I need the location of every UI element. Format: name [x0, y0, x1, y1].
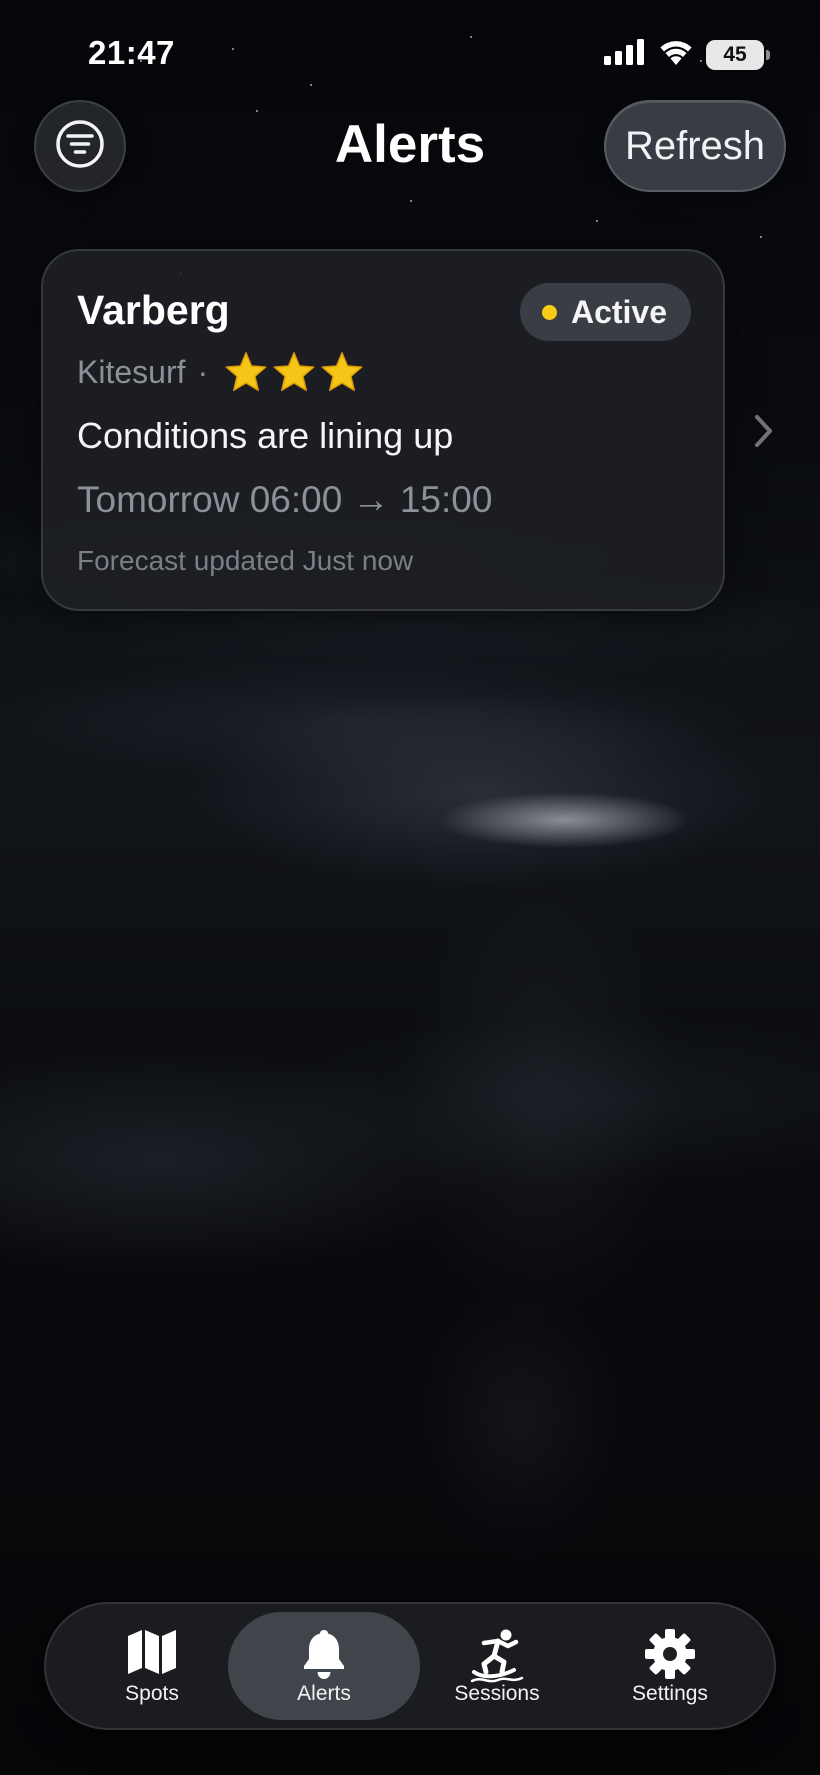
- alert-meta: Kitesurf ·: [77, 351, 364, 393]
- battery-icon: 45: [706, 39, 770, 70]
- status-dot-icon: [541, 304, 557, 320]
- forecast-updated: Forecast updated Just now: [77, 545, 414, 576]
- alert-sport: Kitesurf: [77, 353, 186, 390]
- map-icon: [126, 1628, 178, 1681]
- cellular-signal-icon: [604, 39, 646, 70]
- wifi-icon: [658, 38, 694, 71]
- tab-spots[interactable]: Spots: [56, 1612, 248, 1720]
- tab-sessions[interactable]: Sessions: [401, 1612, 593, 1720]
- star-icon: [225, 352, 267, 391]
- status-badge: Active: [519, 283, 691, 341]
- star-icon: [321, 352, 363, 391]
- sky-star: [310, 84, 312, 86]
- gear-icon: [644, 1628, 696, 1685]
- tab-label: Alerts: [297, 1682, 351, 1705]
- alert-headline: Conditions are lining up: [77, 415, 454, 456]
- sky-star: [470, 36, 472, 38]
- sky-star: [760, 236, 762, 238]
- status-time: 21:47: [88, 34, 175, 71]
- tab-bar: Spots Alerts Sessions Settings: [44, 1602, 776, 1730]
- tab-label: Settings: [632, 1682, 708, 1705]
- tab-settings[interactable]: Settings: [574, 1612, 766, 1720]
- sky-star: [256, 110, 258, 112]
- surfer-icon: [468, 1628, 526, 1689]
- bell-icon: [300, 1628, 348, 1685]
- alert-spot-name: Varberg: [77, 287, 230, 333]
- sky-star: [596, 220, 598, 222]
- meta-separator: ·: [197, 353, 209, 390]
- status-badge-label: Active: [570, 293, 667, 330]
- star-icon: [273, 352, 315, 391]
- status-indicators: 45: [604, 38, 770, 71]
- alerts-screen: 21:47 45 Alerts Refresh Varberg Active K…: [0, 0, 820, 1775]
- rating-stars: [224, 351, 364, 393]
- chevron-right-icon[interactable]: [752, 412, 776, 455]
- sky-star: [410, 200, 412, 202]
- tab-label: Spots: [125, 1682, 179, 1705]
- sky-star: [232, 48, 234, 50]
- refresh-button[interactable]: Refresh: [604, 100, 786, 192]
- alert-card[interactable]: Varberg Active Kitesurf · Conditions are…: [41, 249, 725, 611]
- alert-time-window: Tomorrow 06:00 → 15:00: [77, 479, 493, 520]
- tab-alerts[interactable]: Alerts: [228, 1612, 420, 1720]
- battery-level: 45: [723, 42, 747, 66]
